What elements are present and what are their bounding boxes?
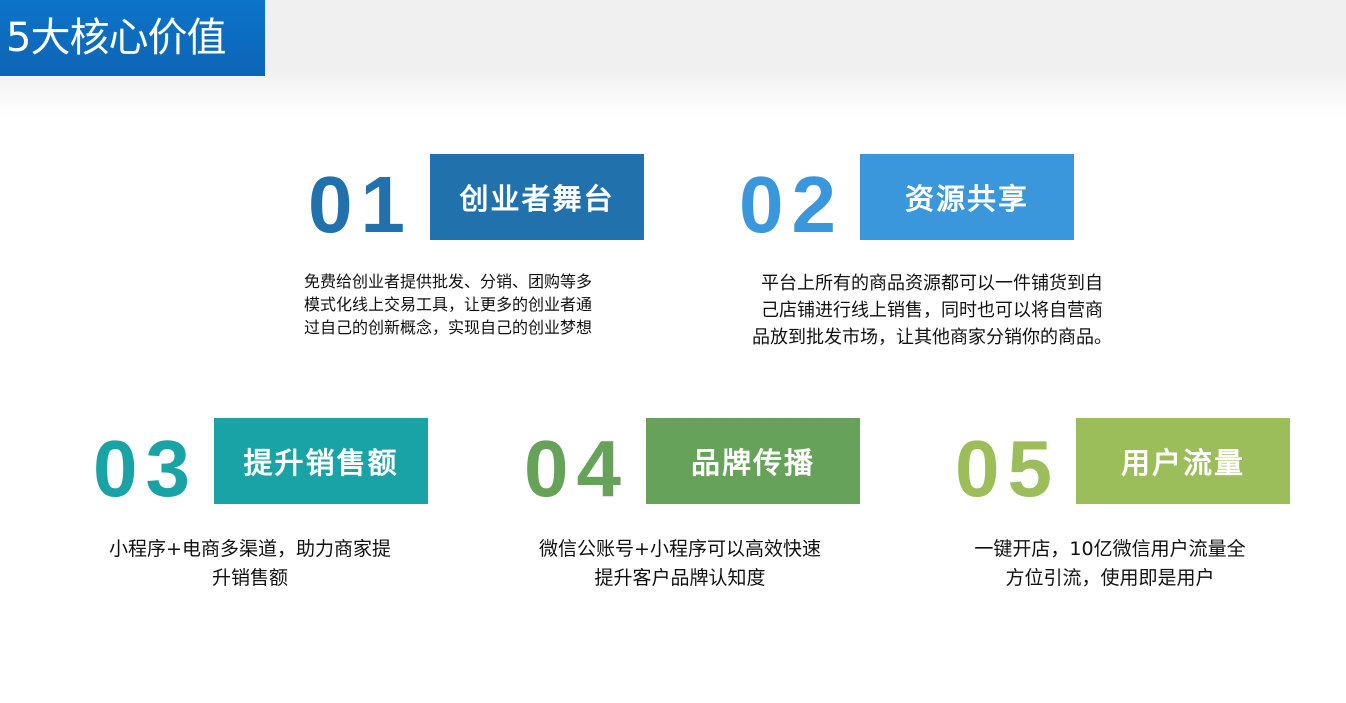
value-label-box-03: 提升销售额 bbox=[214, 418, 428, 504]
value-label-04: 品牌传播 bbox=[690, 446, 815, 480]
value-desc-01-line-3: 过自己的创新概念，实现自己的创业梦想 bbox=[304, 318, 593, 337]
value-desc-02-line-3: 品放到批发市场，让其他商家分销你的商品。 bbox=[752, 327, 1112, 348]
value-desc-04-line-2: 提升客户品牌认知度 bbox=[594, 567, 766, 589]
value-number-02: 02 bbox=[739, 160, 844, 249]
value-label-box-04: 品牌传播 bbox=[646, 418, 860, 504]
value-desc-01: 免费给创业者提供批发、分销、团购等多 模式化线上交易工具，让更多的创业者通 过自… bbox=[304, 270, 592, 339]
title-box: 5大核心价值 bbox=[0, 0, 265, 76]
value-desc-04: 微信公账号+小程序可以高效快速 提升客户品牌认知度 bbox=[500, 535, 860, 593]
value-label-05: 用户流量 bbox=[1120, 446, 1245, 480]
value-number-05: 05 bbox=[955, 424, 1060, 513]
value-desc-03: 小程序+电商多渠道，助力商家提 升销售额 bbox=[70, 535, 430, 593]
value-label-box-01: 创业者舞台 bbox=[430, 154, 644, 240]
value-desc-02-line-2: 己店铺进行线上销售，同时也可以将自营商 bbox=[761, 300, 1103, 321]
value-label-box-02: 资源共享 bbox=[860, 154, 1074, 240]
value-desc-01-line-1: 免费给创业者提供批发、分销、团购等多 bbox=[304, 272, 593, 291]
value-desc-04-line-1: 微信公账号+小程序可以高效快速 bbox=[539, 538, 821, 560]
value-number-03: 03 bbox=[93, 424, 198, 513]
value-desc-01-line-2: 模式化线上交易工具，让更多的创业者通 bbox=[304, 295, 593, 314]
value-label-03: 提升销售额 bbox=[243, 446, 399, 480]
value-label-01: 创业者舞台 bbox=[459, 182, 615, 216]
value-desc-05-line-2: 方位引流，使用即是用户 bbox=[1005, 567, 1215, 589]
value-number-04: 04 bbox=[524, 424, 629, 513]
value-desc-02: 平台上所有的商品资源都可以一件铺货到自 己店铺进行线上销售，同时也可以将自营商 … bbox=[727, 270, 1137, 351]
value-desc-05: 一键开店，10亿微信用户流量全 方位引流，使用即是用户 bbox=[930, 535, 1290, 593]
page-title: 5大核心价值 bbox=[6, 15, 226, 61]
value-label-02: 资源共享 bbox=[904, 182, 1029, 216]
value-number-01: 01 bbox=[308, 160, 413, 249]
value-desc-03-line-2: 升销售额 bbox=[211, 567, 288, 589]
slide: 5大核心价值 01 创业者舞台 免费给创业者提供批发、分销、团购等多 模式化线上… bbox=[0, 0, 1346, 703]
value-label-box-05: 用户流量 bbox=[1076, 418, 1290, 504]
value-desc-03-line-1: 小程序+电商多渠道，助力商家提 bbox=[109, 538, 391, 560]
value-desc-02-line-1: 平台上所有的商品资源都可以一件铺货到自 bbox=[761, 273, 1103, 294]
value-desc-05-line-1: 一键开店，10亿微信用户流量全 bbox=[974, 538, 1246, 560]
